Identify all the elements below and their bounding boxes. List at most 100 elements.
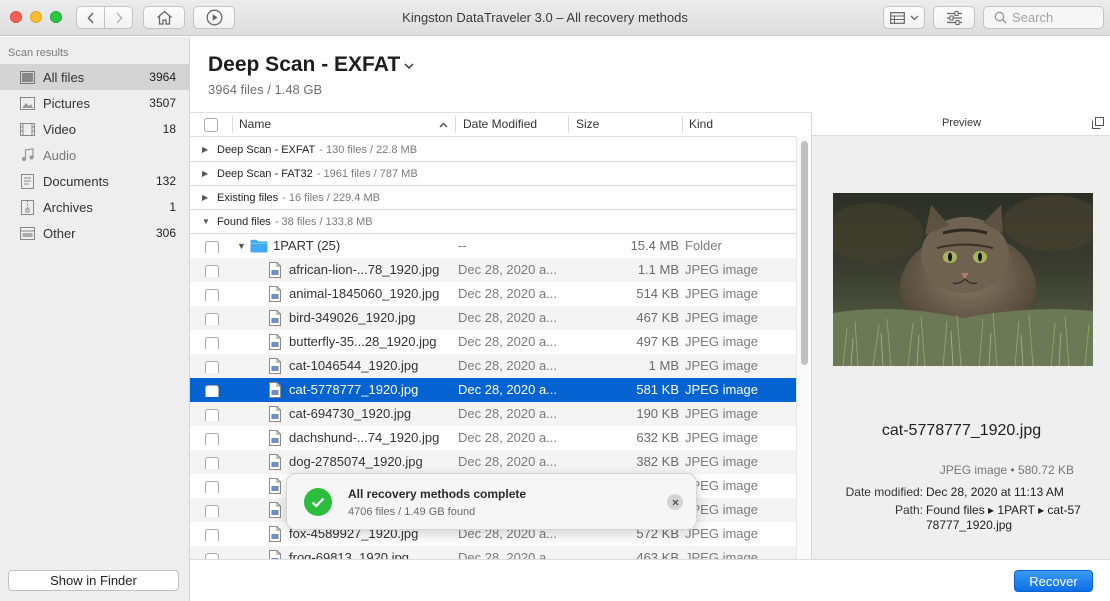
scrollbar-thumb[interactable] [801, 141, 808, 365]
row-checkbox[interactable] [205, 455, 219, 469]
preview-pane: Preview cat-5778777_1920.jpg JPEG image … [811, 112, 1110, 559]
sidebar-item-all-files[interactable]: All files 3964 [0, 64, 189, 90]
sidebar-item-pictures[interactable]: Pictures 3507 [0, 90, 189, 116]
sidebar-item-documents[interactable]: Documents 132 [0, 168, 189, 194]
show-in-finder-button[interactable]: Show in Finder [8, 570, 179, 591]
file-name: cat-1046544_1920.jpg [289, 358, 419, 373]
table-row[interactable]: frog-69813_1920.jpg Dec 28, 2020 a... 463 … [190, 546, 796, 559]
column-header-name[interactable]: Name [239, 113, 271, 136]
sidebar-item-other[interactable]: Other 306 [0, 220, 189, 246]
back-button[interactable] [77, 7, 104, 28]
file-date: Dec 28, 2020 a... [458, 310, 558, 325]
jpeg-file-icon [269, 286, 281, 302]
sidebar-item-label: Other [43, 225, 76, 241]
table-view-icon [889, 11, 905, 24]
navigation-buttons [76, 6, 133, 29]
scan-title-dropdown[interactable]: Deep Scan - EXFAT [208, 53, 414, 77]
row-checkbox[interactable] [205, 503, 219, 517]
vertical-scrollbar[interactable] [796, 137, 811, 559]
group-row-found-files[interactable]: ▼ Found files - 38 files / 133.8 MB [190, 210, 796, 234]
table-row[interactable]: cat-694730_1920.jpg Dec 28, 2020 a... 190 … [190, 402, 796, 426]
sidebar-item-video[interactable]: Video 18 [0, 116, 189, 142]
group-name: Deep Scan - EXFAT [217, 143, 316, 156]
minimize-window-button[interactable] [30, 11, 42, 23]
group-row-existing-files[interactable]: ▶ Existing files - 16 files / 229.4 MB [190, 186, 796, 210]
file-kind: JPEG image [685, 334, 758, 349]
open-preview-icon[interactable] [1092, 117, 1104, 129]
sliders-icon [946, 10, 962, 25]
close-window-button[interactable] [10, 11, 22, 23]
column-divider [232, 116, 233, 133]
table-row[interactable]: dog-2785074_1920.jpg Dec 28, 2020 a... 382… [190, 450, 796, 474]
row-checkbox[interactable] [205, 287, 219, 301]
date-modified-value: Dec 28, 2020 at 11:13 AM [926, 485, 1064, 499]
table-row[interactable]: african-lion-...78_1920.jpg Dec 28, 2020 … [190, 258, 796, 282]
table-row-selected[interactable]: cat-5778777_1920.jpg Dec 28, 2020 a... 581… [190, 378, 796, 402]
select-all-checkbox[interactable] [204, 118, 218, 132]
group-row-deep-scan-exfat[interactable]: ▶ Deep Scan - EXFAT - 130 files / 22.8 M… [190, 138, 796, 162]
table-row[interactable]: dachshund-...74_1920.jpg Dec 28, 2020 a..… [190, 426, 796, 450]
file-name: bird-349026_1920.jpg [289, 310, 416, 325]
group-row-deep-scan-fat32[interactable]: ▶ Deep Scan - FAT32 - 1961 files / 787 M… [190, 162, 796, 186]
group-name: Deep Scan - FAT32 [217, 167, 313, 180]
column-header-kind[interactable]: Kind [689, 113, 713, 136]
file-date: Dec 28, 2020 a... [458, 286, 558, 301]
filter-settings-button[interactable] [933, 6, 975, 29]
resume-scan-button[interactable] [193, 6, 235, 29]
disclosure-triangle-icon[interactable]: ▶ [202, 169, 210, 178]
maximize-window-button[interactable] [50, 11, 62, 23]
search-field[interactable]: Search [983, 6, 1104, 29]
column-header-size[interactable]: Size [576, 113, 599, 136]
forward-button[interactable] [104, 7, 132, 28]
home-button[interactable] [143, 6, 185, 29]
search-icon [994, 11, 1007, 24]
jpeg-file-icon [269, 526, 281, 542]
recover-button[interactable]: Recover [1014, 570, 1093, 592]
jpeg-file-icon [269, 358, 281, 374]
file-date: Dec 28, 2020 a... [458, 550, 558, 559]
table-row[interactable]: bird-349026_1920.jpg Dec 28, 2020 a... 467… [190, 306, 796, 330]
jpeg-file-icon [269, 406, 281, 422]
file-kind: JPEG image [685, 454, 758, 469]
folder-row[interactable]: ▼ 1PART (25) -- 15.4 MB Folder [190, 234, 796, 258]
checkmark-icon [304, 488, 332, 516]
disclosure-triangle-expanded-icon[interactable]: ▼ [237, 234, 246, 258]
row-checkbox[interactable] [205, 551, 219, 559]
close-icon[interactable] [667, 494, 683, 510]
path-label: Path: [894, 503, 923, 517]
disclosure-triangle-expanded-icon[interactable]: ▼ [202, 217, 210, 226]
file-kind: JPEG image [685, 406, 758, 421]
sidebar-item-count: 3964 [149, 70, 176, 84]
documents-icon [19, 173, 35, 189]
sidebar-item-count: 3507 [149, 96, 176, 110]
row-checkbox[interactable] [205, 479, 219, 493]
table-row[interactable]: butterfly-35...28_1920.jpg Dec 28, 2020 a… [190, 330, 796, 354]
row-checkbox[interactable] [205, 335, 219, 349]
video-icon [19, 121, 35, 137]
sidebar-item-audio[interactable]: Audio [0, 142, 189, 168]
view-mode-button[interactable] [883, 6, 925, 29]
row-checkbox[interactable] [205, 263, 219, 277]
row-checkbox[interactable] [205, 407, 219, 421]
jpeg-file-icon [269, 454, 281, 470]
disclosure-triangle-icon[interactable]: ▶ [202, 193, 210, 202]
sidebar-item-archives[interactable]: Archives 1 [0, 194, 189, 220]
file-date: Dec 28, 2020 a... [458, 262, 558, 277]
table-row[interactable]: animal-1845060_1920.jpg Dec 28, 2020 a...… [190, 282, 796, 306]
table-row[interactable]: cat-1046544_1920.jpg Dec 28, 2020 a... 1 M… [190, 354, 796, 378]
group-info: - 130 files / 22.8 MB [319, 143, 418, 156]
row-checkbox[interactable] [205, 431, 219, 445]
row-checkbox[interactable] [205, 359, 219, 373]
column-divider [682, 116, 683, 133]
row-checkbox[interactable] [205, 527, 219, 541]
chevron-left-icon [86, 11, 94, 24]
row-checkbox[interactable] [205, 311, 219, 325]
row-checkbox[interactable] [205, 383, 219, 397]
column-header-date[interactable]: Date Modified [463, 113, 537, 136]
preview-filename: cat-5778777_1920.jpg [881, 422, 1042, 439]
file-size: 190 KB [636, 406, 679, 421]
row-checkbox[interactable] [205, 239, 219, 253]
group-info: - 38 files / 133.8 MB [274, 215, 373, 228]
chevron-down-icon [910, 15, 918, 20]
disclosure-triangle-icon[interactable]: ▶ [202, 145, 210, 154]
